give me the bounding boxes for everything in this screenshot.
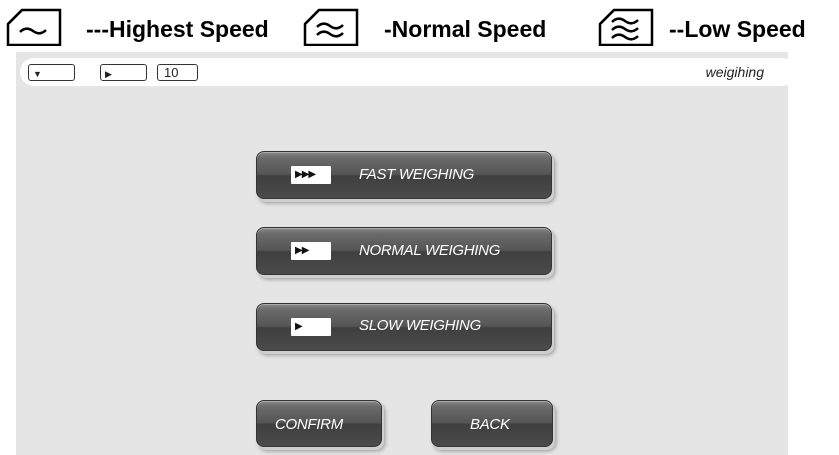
slow-speed-glyph: ▶ <box>295 321 303 332</box>
normal-weighing-button[interactable]: ▶▶ NORMAL WEIGHING <box>256 227 552 275</box>
confirm-label: CONFIRM <box>275 416 343 433</box>
legend-item-normal: -Normal Speed <box>303 8 593 48</box>
legend-item-low: --Low Speed <box>598 8 839 48</box>
down-arrow-icon: ▼ <box>33 69 42 79</box>
fast-weighing-label: FAST WEIGHING <box>359 166 474 183</box>
play-arrow-icon: ▶ <box>105 69 112 79</box>
legend-label-highest: ---Highest Speed <box>86 16 269 42</box>
status-value: 10 <box>164 65 179 80</box>
legend-label-low: --Low Speed <box>669 16 806 42</box>
normal-weighing-label: NORMAL WEIGHING <box>359 242 501 259</box>
status-box-value: 10 <box>157 64 198 81</box>
normal-speed-icon <box>303 8 359 46</box>
speed-legend: ---Highest Speed -Normal Speed --Low Spe… <box>0 0 839 52</box>
fast-speed-icon: ▶▶▶ <box>291 166 331 184</box>
slow-weighing-button[interactable]: ▶ SLOW WEIGHING <box>256 303 552 351</box>
status-box-play: ▶ <box>100 64 147 81</box>
back-button[interactable]: BACK <box>431 400 553 447</box>
normal-speed-button-icon: ▶▶ <box>291 242 331 260</box>
legend-label-normal: -Normal Speed <box>384 16 547 42</box>
legend-item-highest: ---Highest Speed <box>6 8 306 48</box>
status-box-down: ▼ <box>28 64 75 81</box>
low-speed-icon <box>598 8 654 46</box>
highest-speed-icon <box>6 8 62 46</box>
slow-weighing-label: SLOW WEIGHING <box>359 317 481 334</box>
fast-weighing-button[interactable]: ▶▶▶ FAST WEIGHING <box>256 151 552 199</box>
slow-speed-button-icon: ▶ <box>291 318 331 336</box>
device-screen: ▼ ▶ 10 weigihing ▶▶▶ FAST WEIGHING ▶▶ NO… <box>16 52 796 455</box>
confirm-button[interactable]: CONFIRM <box>256 400 382 447</box>
back-label: BACK <box>470 416 510 433</box>
normal-speed-glyph: ▶▶ <box>295 245 309 256</box>
fast-speed-glyph: ▶▶▶ <box>295 169 316 180</box>
screen-title: weigihing <box>705 64 764 80</box>
status-bar: ▼ ▶ 10 weigihing <box>20 58 796 86</box>
